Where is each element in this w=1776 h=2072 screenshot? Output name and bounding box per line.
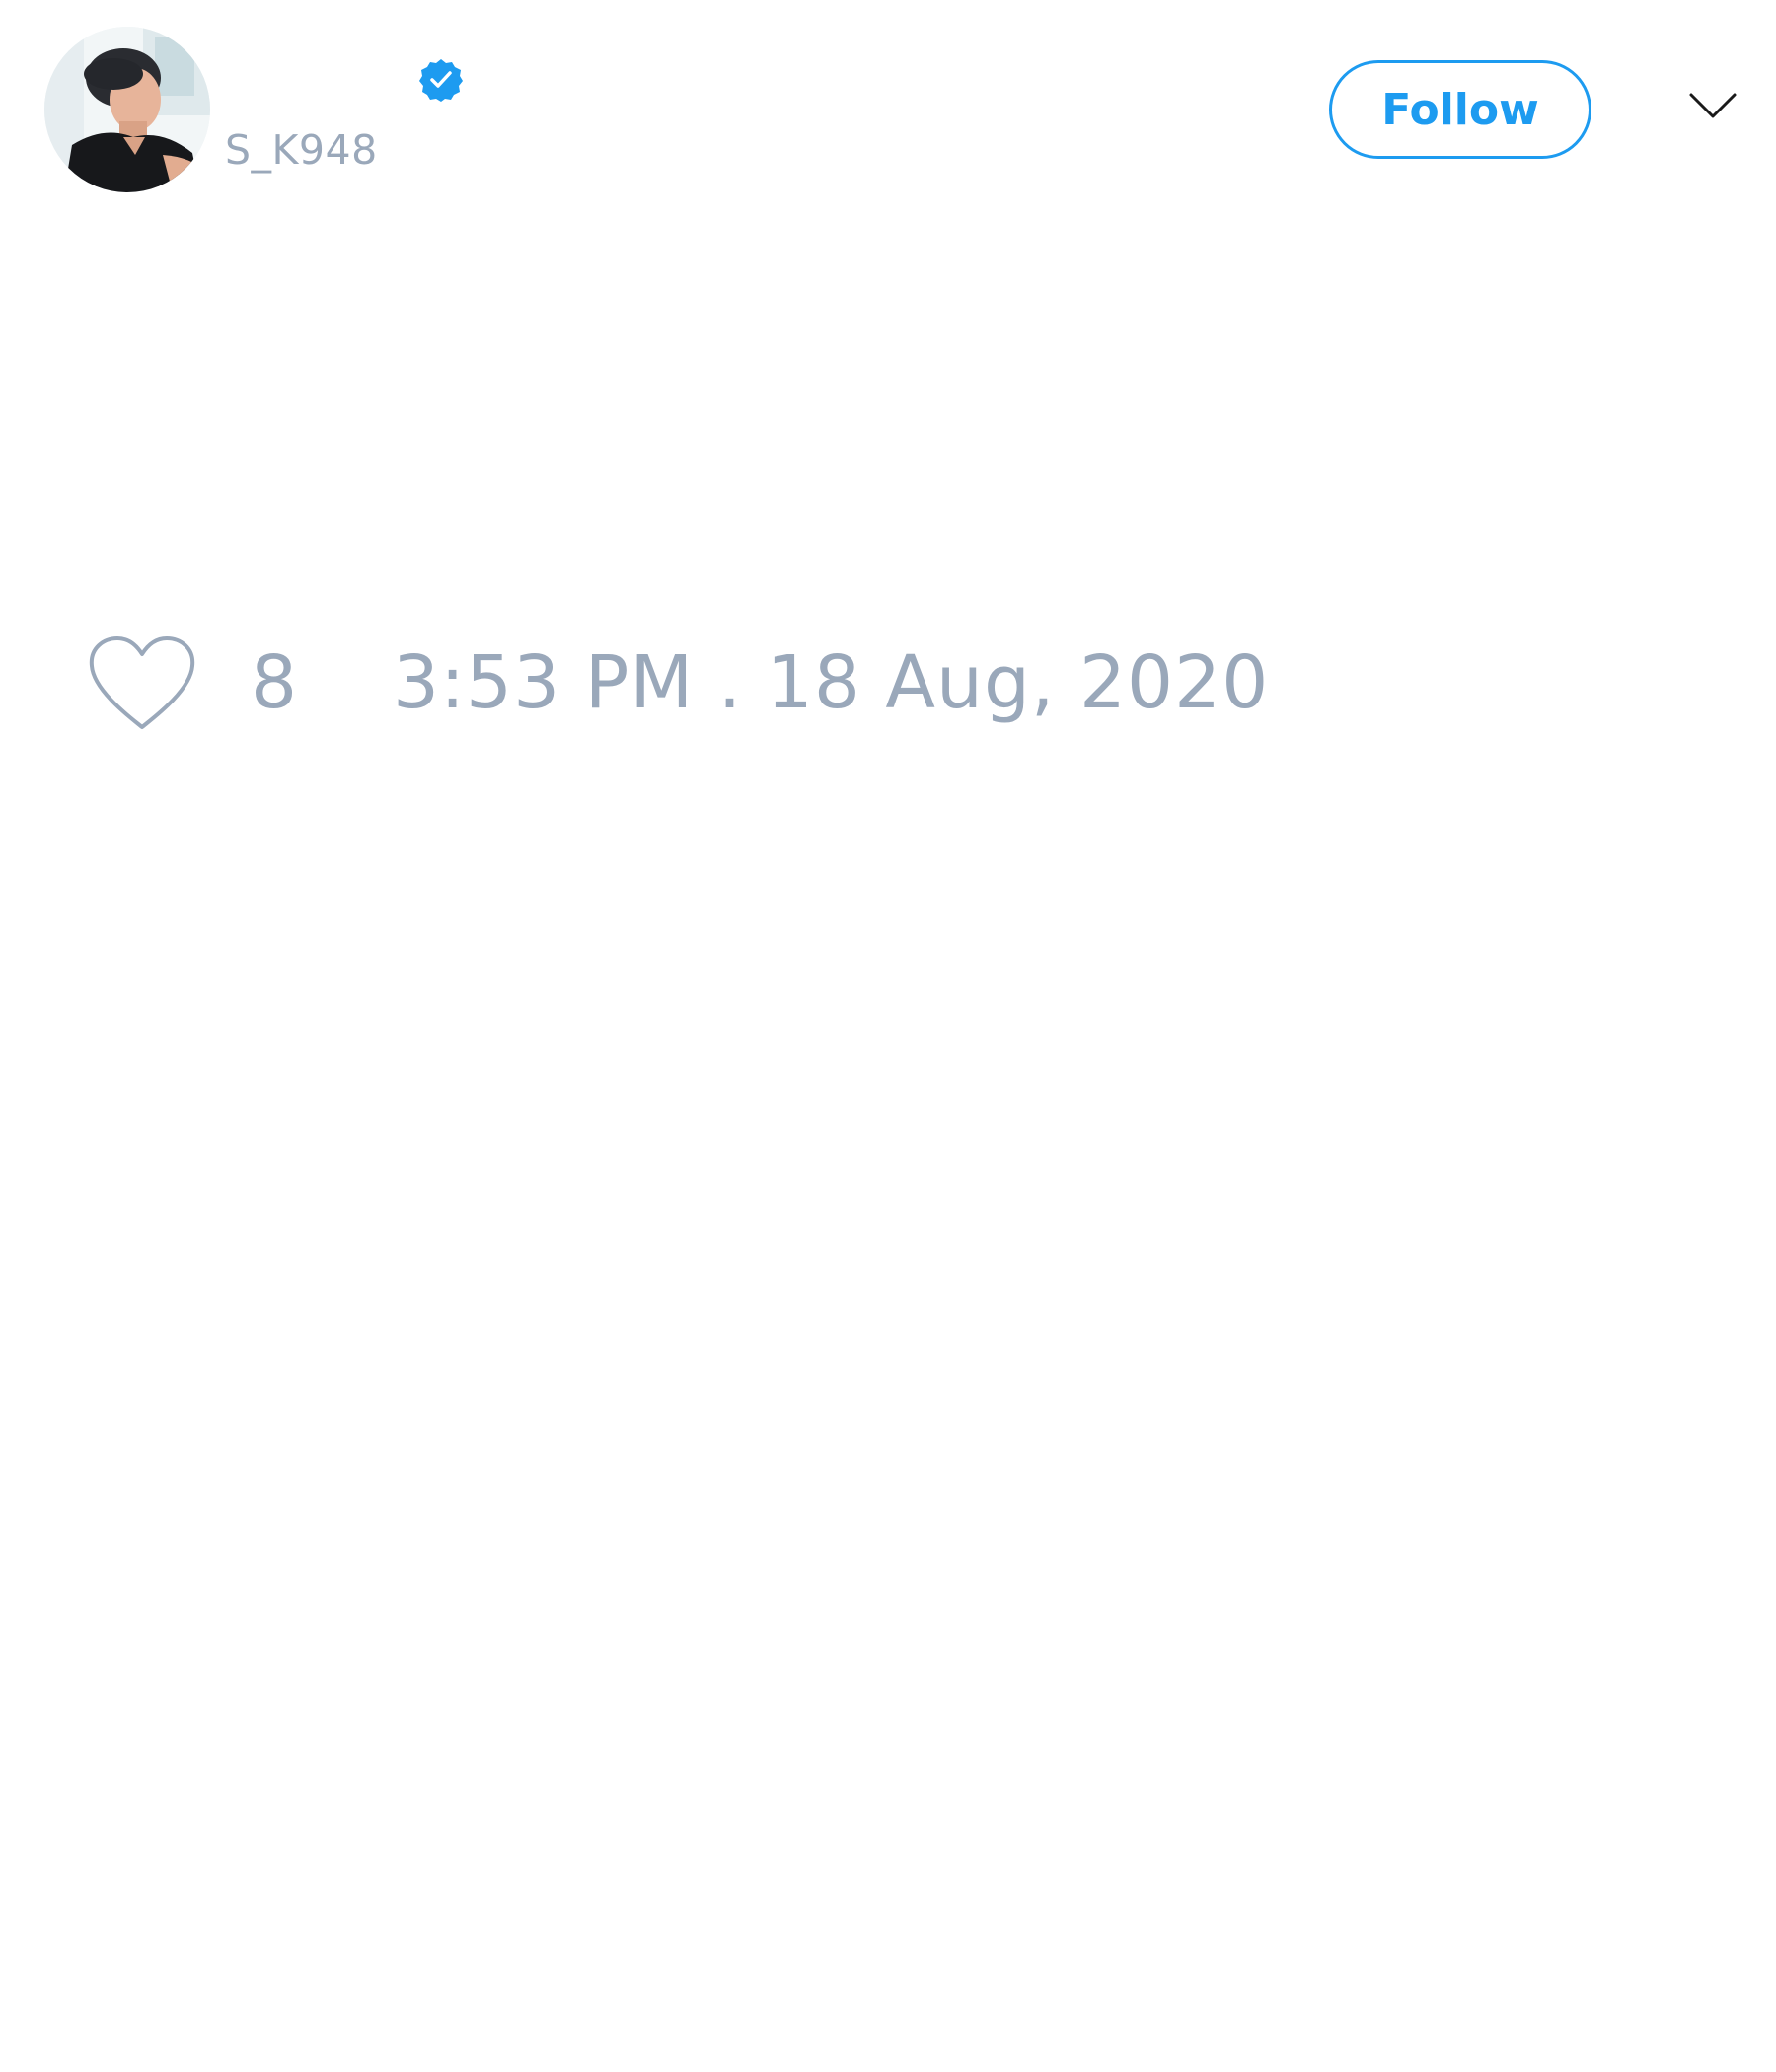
- verified-badge-icon: [419, 59, 463, 102]
- follow-button[interactable]: Follow: [1329, 60, 1591, 159]
- avatar[interactable]: [44, 27, 210, 192]
- avatar-photo: [44, 27, 210, 192]
- heart-icon[interactable]: [88, 634, 196, 731]
- tweet-timestamp[interactable]: 3:53 PM . 18 Aug, 2020: [393, 639, 1269, 726]
- tweet-card: S_K948 Follow 8 3:53 PM . 18 Aug, 2020: [0, 0, 1776, 2072]
- chevron-down-icon[interactable]: [1688, 91, 1738, 120]
- like-count: 8: [251, 640, 298, 725]
- author-handle[interactable]: S_K948: [225, 126, 378, 174]
